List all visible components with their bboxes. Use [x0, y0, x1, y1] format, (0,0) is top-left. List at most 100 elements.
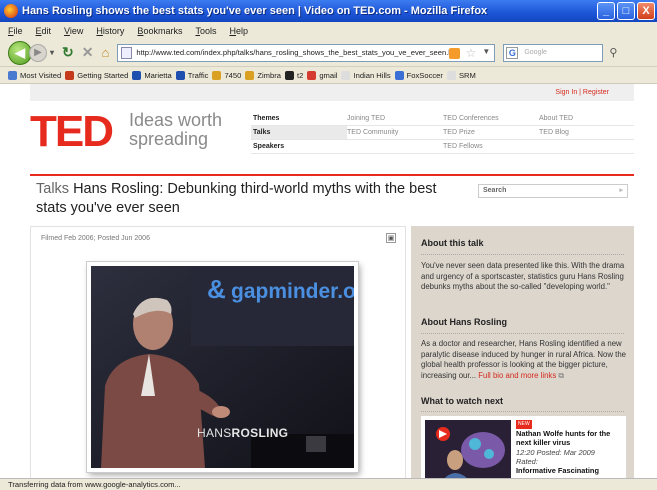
site-search-placeholder: Search	[483, 187, 507, 194]
maximize-button[interactable]: □	[617, 2, 635, 20]
sidebar: About this talk You've never seen data p…	[411, 226, 634, 478]
top-strip: Sign In | Register	[30, 84, 634, 101]
nav-ted-prize[interactable]: TED Prize	[443, 129, 539, 136]
video-panel: Filmed Feb 2006; Posted Jun 2006 ▣ & gap…	[30, 226, 406, 478]
menu-edit[interactable]: Edit	[36, 26, 52, 36]
tagline-line-1: Ideas worth	[129, 110, 223, 130]
bookmark-favicon-icon	[245, 70, 255, 80]
nav-talks[interactable]: Talks	[251, 126, 347, 139]
watch-next-meta: 12:20 Posted: Mar 2009	[516, 447, 595, 457]
watch-next-card[interactable]: NEW Nathan Wolfe hunts for the next kill…	[421, 416, 626, 478]
bookmark-favicon-icon	[394, 70, 404, 80]
video-player[interactable]: & gapminder.org HANSROSLING	[91, 266, 354, 468]
bookmark-item[interactable]: Marietta	[132, 70, 172, 80]
bookmark-item[interactable]: t2	[284, 70, 303, 80]
bookmark-label: FoxSoccer	[406, 70, 443, 80]
menu-file[interactable]: File	[8, 26, 23, 36]
page-title: Talks Hans Rosling: Debunking third-worl…	[36, 180, 456, 218]
bookmark-item[interactable]: Traffic	[175, 70, 208, 80]
minimize-button[interactable]: _	[597, 2, 615, 20]
watch-next-rated-label: Rated:	[516, 456, 538, 466]
nav-speakers[interactable]: Speakers	[251, 143, 347, 150]
menu-tools[interactable]: Tools	[195, 26, 216, 36]
bookmark-item[interactable]: Zimbra	[245, 70, 281, 80]
nav-joining-ted[interactable]: Joining TED	[347, 115, 443, 122]
bookmark-favicon-icon	[8, 70, 17, 80]
talk-title: Hans Rosling: Debunking third-world myth…	[36, 181, 437, 216]
ted-logo[interactable]: TED	[30, 110, 114, 154]
menu-help[interactable]: Help	[229, 26, 248, 36]
nav-row: Talks TED Community TED Prize TED Blog	[251, 126, 634, 140]
about-speaker-heading: About Hans Rosling	[421, 317, 507, 327]
thumbnail-image	[425, 420, 511, 478]
bookmark-favicon-icon	[212, 70, 222, 80]
bookmark-item[interactable]: 7450	[212, 70, 241, 80]
firefox-icon	[4, 4, 18, 18]
home-button[interactable]: ⌂	[101, 45, 109, 60]
watch-next-thumbnail[interactable]	[425, 420, 511, 478]
bookmark-favicon-icon	[307, 70, 317, 80]
expand-icon[interactable]: ▣	[386, 233, 396, 243]
address-bar[interactable]: http://www.ted.com/index.php/talks/hans_…	[117, 43, 496, 62]
nav-about-ted[interactable]: About TED	[539, 115, 634, 122]
bookmark-label: Getting Started	[77, 70, 129, 80]
video-frame: & gapminder.org HANSROSLING	[87, 262, 358, 472]
bookmark-label: Most Visited	[20, 70, 62, 80]
nav-ted-community[interactable]: TED Community	[347, 129, 443, 136]
bookmark-item[interactable]: Most Visited	[8, 70, 62, 80]
bookmark-item[interactable]: SRM	[446, 70, 476, 80]
url-text[interactable]: http://www.ted.com/index.php/talks/hans_…	[136, 48, 456, 57]
tagline-line-2: spreading	[129, 129, 209, 149]
about-talk-text: You've never seen data presented like th…	[421, 261, 625, 291]
full-bio-link[interactable]: Full bio and more links	[478, 371, 556, 380]
section-label[interactable]: Talks	[36, 181, 69, 197]
search-arrow-icon[interactable]: ▸	[619, 186, 623, 194]
signin-register-link[interactable]: Sign In | Register	[555, 89, 609, 96]
navigation-toolbar: ◀ ▶ ▾ ↻ ✕ ⌂ http://www.ted.com/index.php…	[0, 39, 657, 67]
window-titlebar[interactable]: Hans Rosling shows the best stats you've…	[0, 0, 657, 22]
bookmark-favicon-icon	[446, 70, 456, 80]
about-speaker-text: As a doctor and researcher, Hans Rosling…	[421, 339, 626, 381]
history-dropdown-icon[interactable]: ▾	[50, 48, 54, 57]
main-navigation: Themes Joining TED TED Conferences About…	[251, 112, 634, 154]
stop-button[interactable]: ✕	[82, 44, 94, 61]
url-dropdown-icon[interactable]: ▼	[482, 47, 490, 56]
search-box[interactable]: G Google	[503, 43, 604, 62]
dotted-divider	[421, 254, 624, 255]
close-button[interactable]: X	[637, 2, 655, 20]
video-lower-third: HANSROSLING	[197, 426, 288, 440]
window-title: Hans Rosling shows the best stats you've…	[22, 5, 488, 17]
google-engine-icon[interactable]: G	[506, 46, 519, 59]
nav-themes[interactable]: Themes	[251, 115, 347, 122]
video-overlay-ampersand: &	[207, 274, 226, 304]
site-search-input[interactable]: Search ▸	[478, 184, 628, 198]
bookmark-item[interactable]: gmail	[307, 70, 337, 80]
watch-next-title[interactable]: Nathan Wolfe hunts for the next killer v…	[516, 429, 624, 447]
menu-view[interactable]: View	[64, 26, 83, 36]
tagline: Ideas worth spreading	[129, 111, 222, 149]
bookmark-item[interactable]: Indian Hills	[341, 70, 391, 80]
nav-row: Themes Joining TED TED Conferences About…	[251, 112, 634, 126]
bookmark-label: Indian Hills	[353, 70, 391, 80]
bookmark-item[interactable]: FoxSoccer	[394, 70, 443, 80]
nav-ted-fellows[interactable]: TED Fellows	[443, 143, 539, 150]
search-icon[interactable]: ⚲	[609, 46, 617, 59]
watch-next-rating: Informative Fascinating	[516, 466, 599, 476]
menu-history[interactable]: History	[96, 26, 124, 36]
about-talk-heading: About this talk	[421, 238, 484, 248]
nav-ted-conferences[interactable]: TED Conferences	[443, 115, 539, 122]
reload-button[interactable]: ↻	[62, 44, 74, 61]
status-bar: Transferring data from www.google-analyt…	[0, 478, 657, 490]
nav-ted-blog[interactable]: TED Blog	[539, 129, 634, 136]
bookmark-star-icon[interactable]: ☆	[466, 46, 477, 60]
lower-third-first-name: HANS	[197, 426, 232, 440]
watch-next-heading: What to watch next	[421, 396, 504, 406]
bookmark-favicon-icon	[132, 70, 142, 80]
dotted-divider	[421, 333, 624, 334]
menu-bookmarks[interactable]: Bookmarks	[137, 26, 182, 36]
bookmark-item[interactable]: Getting Started	[65, 70, 129, 80]
watch-next-details: NEW Nathan Wolfe hunts for the next kill…	[516, 418, 624, 475]
nav-row: Speakers TED Fellows	[251, 140, 634, 154]
forward-button[interactable]: ▶	[29, 43, 47, 62]
rss-icon[interactable]	[449, 47, 461, 59]
